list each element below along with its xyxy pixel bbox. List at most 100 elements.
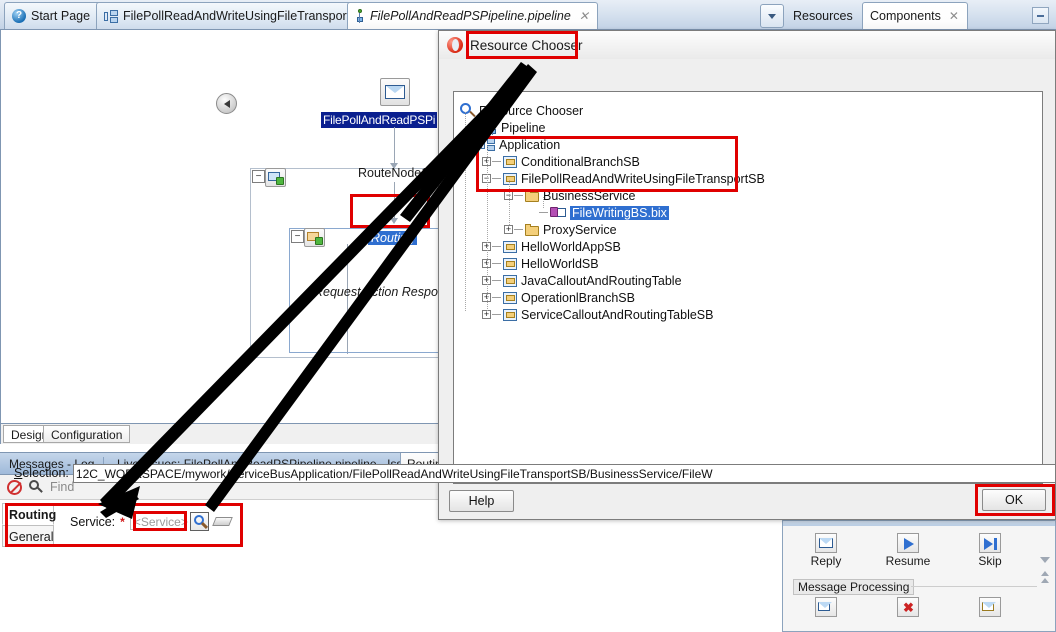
proxy-service-node-icon[interactable] xyxy=(380,78,410,106)
tree-item-label: HelloWorldSB xyxy=(521,256,599,271)
section-label: Message Processing xyxy=(793,579,915,595)
tree-item-label: OperationlBranchSB xyxy=(521,290,635,305)
panel-tab-components[interactable]: Components ✕ xyxy=(862,2,968,29)
pipeline-icon xyxy=(488,121,497,135)
application-window: ? Start Page ✕ FilePollReadAndWriteUsing… xyxy=(0,0,1056,632)
tree-item-label: BusinessService xyxy=(543,188,636,203)
canvas-surface[interactable]: FilePollAndReadPSPi − RouteNode1 − Routi… xyxy=(1,30,447,422)
selection-row: Selection: 12C_WORKSPACE/mywork/ServiceB… xyxy=(14,463,1056,483)
expand-toggle-icon[interactable]: + xyxy=(504,225,513,234)
resource-chooser-dialog: Resource Chooser Resource Chooser Pipeli… xyxy=(438,30,1056,520)
panel-scroll-controls[interactable] xyxy=(1038,557,1052,585)
reply-envelope-icon xyxy=(815,533,837,553)
tree-item-label: HelloWorldAppSB xyxy=(521,239,621,254)
button-label: Reply xyxy=(810,554,842,568)
properties-tab-strip: Routing General xyxy=(2,503,56,547)
folder-icon xyxy=(525,189,539,202)
help-button[interactable]: Help xyxy=(449,490,514,512)
tree-item-pipeline[interactable]: Pipeline xyxy=(476,119,545,136)
folder-icon xyxy=(525,223,539,236)
play-resume-icon xyxy=(897,533,919,553)
eraser-clear-icon[interactable] xyxy=(214,514,234,529)
tab-overflow-dropdown[interactable] xyxy=(760,4,784,28)
tree-item-servicecalloutandroutingtablesb[interactable]: + ServiceCalloutAndRoutingTableSB xyxy=(482,306,713,323)
skip-button[interactable]: Skip xyxy=(955,533,1025,568)
panel-minimize-button[interactable] xyxy=(1032,7,1049,24)
reply-button[interactable]: Reply xyxy=(791,533,861,568)
tree-item-helloworldsb[interactable]: + HelloWorldSB xyxy=(482,255,599,272)
editor-tab-filepollandreadpspipeline[interactable]: FilePollAndReadPSPipeline.pipeline ✕ xyxy=(347,2,598,29)
tree-item-application[interactable]: − Application xyxy=(460,136,560,153)
insert-message-icon[interactable] xyxy=(815,597,837,617)
tree-item-label: Application xyxy=(499,137,561,152)
tree-item-javacalloutandroutingtable[interactable]: + JavaCalloutAndRoutingTable xyxy=(482,272,682,289)
ok-button[interactable]: OK xyxy=(982,489,1046,511)
service-field-label: Service: xyxy=(70,514,116,529)
panel-tab-label: Components xyxy=(870,9,941,23)
dialog-title-bar: Resource Chooser xyxy=(439,31,1055,59)
message-envelope-icon xyxy=(385,85,405,99)
pipeline-design-canvas[interactable]: FilePollAndReadPSPi − RouteNode1 − Routi… xyxy=(0,30,448,424)
tab-routing-properties[interactable]: Routing xyxy=(2,503,56,525)
panel-tab-resources[interactable]: Resources xyxy=(786,2,861,29)
connector-arrow-icon xyxy=(390,218,398,224)
delete-red-x-icon[interactable]: ✖ xyxy=(897,597,919,617)
connector-line xyxy=(394,182,395,220)
export-message-icon[interactable] xyxy=(979,597,1001,617)
stage-separator xyxy=(289,303,447,353)
tree-item-label: JavaCalloutAndRoutingTable xyxy=(521,273,682,288)
project-folder-icon xyxy=(503,240,517,253)
debugger-controls-panel: Reply Resume Skip Message Processing ✖ xyxy=(782,520,1056,632)
tree-item-helloworldappsb[interactable]: + HelloWorldAppSB xyxy=(482,238,621,255)
tree-item-proxyservice[interactable]: + ProxyService xyxy=(504,221,617,238)
project-folder-icon xyxy=(503,291,517,304)
canvas-back-button[interactable] xyxy=(216,93,237,114)
left-arrow-icon xyxy=(223,99,230,108)
editor-tab-label: FilePollAndReadPSPipeline.pipeline xyxy=(370,9,571,23)
service-input[interactable]: <Service> xyxy=(129,513,188,530)
project-folder-icon xyxy=(503,257,517,270)
help-circle-icon: ? xyxy=(12,9,26,23)
service-field-row: Service: * <Service> xyxy=(70,512,234,531)
routing-collapse-toggle[interactable]: − xyxy=(291,230,304,243)
chevron-down-icon xyxy=(768,13,776,19)
tree-item-filepollreadandwriteusingfiletransportsb[interactable]: − FilePollReadAndWriteUsingFileTransport… xyxy=(482,170,765,187)
resume-button[interactable]: Resume xyxy=(873,533,943,568)
route-node-label[interactable]: RouteNode1 xyxy=(358,166,428,180)
pipeline-icon xyxy=(355,9,365,23)
selection-label: Selection: xyxy=(14,466,69,480)
connector-line xyxy=(394,127,395,165)
routing-action-icon[interactable] xyxy=(304,228,325,247)
required-marker: * xyxy=(120,514,125,529)
button-label: Resume xyxy=(885,554,931,568)
close-icon[interactable]: ✕ xyxy=(949,9,959,23)
tree-item-filewritingbs[interactable]: FileWritingBS.bix xyxy=(538,204,669,221)
panel-tab-label: Resources xyxy=(793,8,853,23)
search-icon xyxy=(460,103,476,118)
editor-tab-bar: ? Start Page ✕ FilePollReadAndWriteUsing… xyxy=(0,0,1056,30)
tree-item-operationlbranchsb[interactable]: + OperationlBranchSB xyxy=(482,289,635,306)
tab-general-properties[interactable]: General xyxy=(2,525,54,547)
panel-header-strip xyxy=(783,521,1055,526)
tree-item-label: FileWritingBS.bix xyxy=(570,205,669,220)
scroll-down-icon[interactable] xyxy=(1040,557,1050,563)
scroll-up-double-icon[interactable] xyxy=(1038,571,1052,583)
selection-input[interactable]: 12C_WORKSPACE/mywork/ServiceBusApplicati… xyxy=(72,463,1056,483)
routing-action-label[interactable]: Routing xyxy=(368,231,418,245)
route-node-icon[interactable] xyxy=(265,168,286,187)
tree-item-resource-chooser[interactable]: Resource Chooser xyxy=(460,102,583,119)
resource-tree[interactable]: Resource Chooser Pipeline − Application … xyxy=(453,91,1043,484)
stage-label[interactable]: Request Action Respon xyxy=(314,285,445,299)
proxy-service-label[interactable]: FilePollAndReadPSPi xyxy=(321,112,438,128)
close-icon[interactable]: ✕ xyxy=(579,9,589,23)
tree-item-businessservice[interactable]: − BusinessService xyxy=(504,187,635,204)
section-divider xyxy=(911,586,1037,587)
routing-properties-panel: Routing General Service: * <Service> xyxy=(0,500,448,632)
route-node-collapse-toggle[interactable]: − xyxy=(252,170,265,183)
tree-item-conditionalbranchsb[interactable]: + ConditionalBranchSB xyxy=(482,153,640,170)
magnifier-browse-icon[interactable] xyxy=(189,512,209,531)
tree-item-label: Resource Chooser xyxy=(479,103,584,118)
tree-item-label: ConditionalBranchSB xyxy=(521,154,640,169)
tab-configuration[interactable]: Configuration xyxy=(43,425,131,443)
tree-item-label: FilePollReadAndWriteUsingFileTransportSB xyxy=(521,171,765,186)
